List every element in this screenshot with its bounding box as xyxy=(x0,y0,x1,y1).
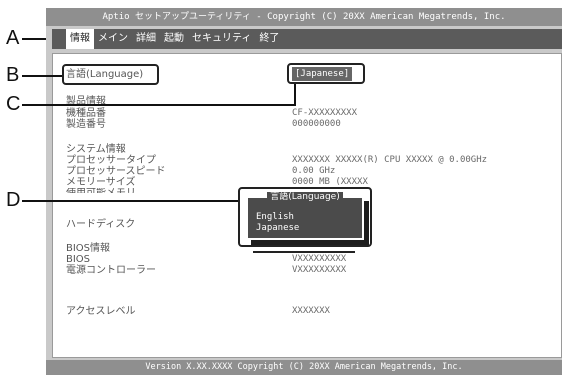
bios-info-heading: BIOS情報 xyxy=(66,243,111,254)
footer-bar: Version X.XX.XXXX Copyright (C) 20XX Ame… xyxy=(46,360,562,375)
bios-label: BIOS xyxy=(66,254,91,265)
power-controller-value: VXXXXXXXXX xyxy=(292,265,347,275)
access-level-value: XXXXXXX xyxy=(292,306,330,316)
menu-tab-boot[interactable]: 起動 xyxy=(160,29,188,49)
callout-a: A xyxy=(6,27,20,49)
access-level-label: アクセスレベル xyxy=(66,306,136,317)
popup-option-english[interactable]: English xyxy=(256,212,294,223)
window-title: Aptio セットアップユーティリティ - Copyright (C) 20XX… xyxy=(46,8,562,26)
callout-b-line xyxy=(22,75,62,77)
popup-title-text: 言語(Language) xyxy=(267,192,343,202)
power-controller-label: 電源コントローラー xyxy=(66,265,156,276)
callout-c-line xyxy=(22,104,296,106)
model-number-label: 機種品番 xyxy=(66,108,106,119)
bios-value: VXXXXXXXXX xyxy=(292,254,347,264)
model-number-value: CF-XXXXXXXXX xyxy=(292,108,358,118)
hard-disk-divider xyxy=(253,251,355,253)
processor-type-value: XXXXXXX XXXXX(R) CPU XXXXX @ 0.00GHz xyxy=(292,155,488,165)
menu-tab-main[interactable]: メイン xyxy=(94,29,132,49)
callout-b: B xyxy=(6,64,20,86)
menu-items: 情報 メイン 詳細 起動 セキュリティ 終了 xyxy=(66,29,283,49)
popup-title: 言語(Language) xyxy=(248,191,362,203)
memory-size-label: メモリーサイズ xyxy=(66,177,136,188)
processor-type-label: プロセッサータイプ xyxy=(66,155,156,166)
language-popup[interactable]: 言語(Language) English Japanese xyxy=(246,192,364,240)
processor-speed-value: 0.00 GHz xyxy=(292,166,336,176)
language-value-highlight xyxy=(287,63,365,84)
callout-d: D xyxy=(6,189,21,211)
serial-number-label: 製造番号 xyxy=(66,119,106,130)
system-info-heading: システム情報 xyxy=(66,144,126,155)
processor-speed-label: プロセッサースピード xyxy=(66,166,166,177)
hard-disk-label: ハードディスク xyxy=(66,219,136,230)
serial-number-value: 000000000 xyxy=(292,119,341,129)
callout-a-line xyxy=(22,38,46,40)
menu-tab-security[interactable]: セキュリティ xyxy=(188,29,255,49)
callout-d-line xyxy=(22,200,238,202)
callout-c-line-up xyxy=(294,84,296,105)
usable-memory-label: 使用可能メモリ xyxy=(66,188,136,193)
callout-c: C xyxy=(6,93,21,115)
language-label-highlight xyxy=(62,64,159,85)
popup-option-japanese[interactable]: Japanese xyxy=(256,223,299,234)
menu-tab-info[interactable]: 情報 xyxy=(66,29,94,49)
menu-tab-exit[interactable]: 終了 xyxy=(255,29,283,49)
menu-tab-advanced[interactable]: 詳細 xyxy=(132,29,160,49)
menu-bar: 情報 メイン 詳細 起動 セキュリティ 終了 xyxy=(52,29,562,49)
